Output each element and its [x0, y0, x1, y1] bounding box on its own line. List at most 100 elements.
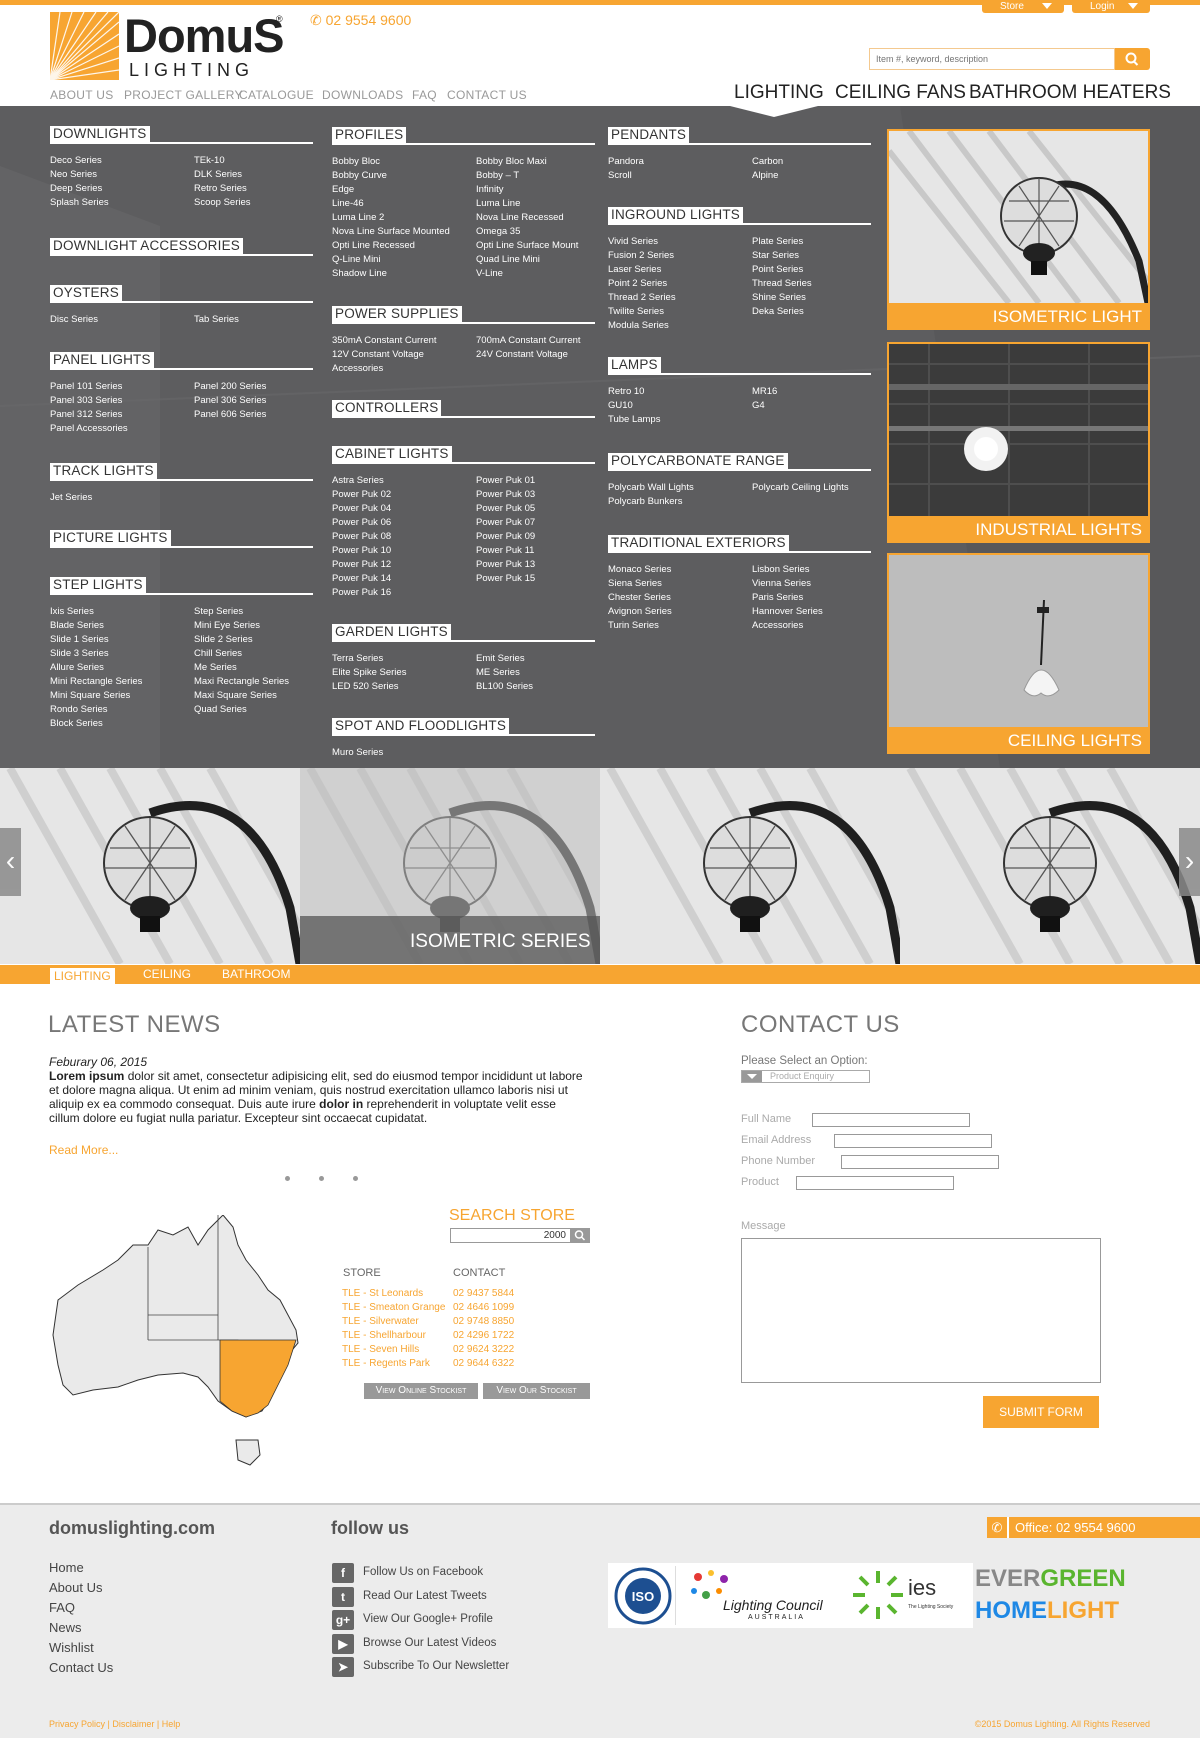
- menu-item[interactable]: Power Puk 13: [476, 558, 535, 572]
- menu-item[interactable]: Edge: [332, 183, 354, 197]
- menu-item[interactable]: Panel 306 Series: [194, 394, 266, 408]
- menu-item[interactable]: 24V Constant Voltage: [476, 348, 568, 362]
- menu-item[interactable]: Opti Line Surface Mount: [476, 239, 578, 253]
- social-link-label[interactable]: View Our Google+ Profile: [363, 1613, 493, 1625]
- enquiry-select[interactable]: Product Enquiry: [741, 1070, 870, 1083]
- menu-item[interactable]: Retro 10: [608, 385, 644, 399]
- nav-contact-us[interactable]: CONTACT US: [447, 88, 527, 102]
- social-link-label[interactable]: Subscribe To Our Newsletter: [363, 1660, 509, 1672]
- menu-item[interactable]: Polycarb Ceiling Lights: [752, 481, 849, 495]
- footer-link-about[interactable]: About Us: [49, 1578, 113, 1598]
- mainnav-lighting[interactable]: LIGHTING: [734, 82, 824, 104]
- footer-link-contact[interactable]: Contact Us: [49, 1658, 113, 1678]
- product-field[interactable]: [796, 1176, 954, 1190]
- menu-section-title[interactable]: PANEL LIGHTS: [50, 352, 154, 368]
- menu-item[interactable]: Me Series: [194, 661, 237, 675]
- menu-item[interactable]: Slide 1 Series: [50, 633, 109, 647]
- store-row-name[interactable]: TLE - Smeaton Grange: [342, 1301, 445, 1315]
- menu-item[interactable]: Terra Series: [332, 652, 383, 666]
- message-textarea[interactable]: [741, 1238, 1101, 1383]
- menu-item[interactable]: Avignon Series: [608, 605, 672, 619]
- menu-section-title[interactable]: POLYCARBONATE RANGE: [608, 453, 788, 469]
- store-row-contact[interactable]: 02 9437 5844: [453, 1287, 514, 1301]
- nav-about-us[interactable]: ABOUT US: [50, 88, 114, 102]
- menu-item[interactable]: Power Puk 07: [476, 516, 535, 530]
- social-link-label[interactable]: Follow Us on Facebook: [363, 1566, 483, 1578]
- menu-item[interactable]: Blade Series: [50, 619, 104, 633]
- view-online-stockist-button[interactable]: View Online Stockist: [364, 1383, 478, 1399]
- mainnav-ceiling-fans[interactable]: CEILING FANS: [835, 82, 966, 104]
- menu-item[interactable]: Power Puk 01: [476, 474, 535, 488]
- store-row-contact[interactable]: 02 9644 6322: [453, 1357, 514, 1371]
- menu-item[interactable]: Power Puk 15: [476, 572, 535, 586]
- store-row-name[interactable]: TLE - St Leonards: [342, 1287, 423, 1301]
- menu-item[interactable]: Slide 3 Series: [50, 647, 109, 661]
- google-plus-icon[interactable]: g+: [332, 1610, 354, 1630]
- menu-item[interactable]: Block Series: [50, 717, 103, 731]
- facebook-icon[interactable]: f: [332, 1563, 354, 1583]
- mainnav-bathroom-heaters[interactable]: BATHROOM HEATERS: [969, 82, 1171, 104]
- menu-section-title[interactable]: SPOT AND FLOODLIGHTS: [332, 718, 510, 734]
- menu-item[interactable]: Carbon: [752, 155, 783, 169]
- menu-item[interactable]: Chester Series: [608, 591, 671, 605]
- menu-item[interactable]: Mini Rectangle Series: [50, 675, 142, 689]
- menu-item[interactable]: Mini Eye Series: [194, 619, 260, 633]
- menu-item[interactable]: 350mA Constant Current: [332, 334, 437, 348]
- menu-item[interactable]: MR16: [752, 385, 777, 399]
- menu-item[interactable]: Q-Line Mini: [332, 253, 381, 267]
- youtube-icon[interactable]: ▶: [332, 1633, 354, 1654]
- promo-isometric-light[interactable]: ISOMETRIC LIGHT: [887, 129, 1150, 330]
- menu-item[interactable]: Power Puk 12: [332, 558, 391, 572]
- menu-section-title[interactable]: TRACK LIGHTS: [50, 463, 157, 479]
- menu-item[interactable]: Deco Series: [50, 154, 102, 168]
- menu-item[interactable]: Infinity: [476, 183, 503, 197]
- menu-item[interactable]: Scoop Series: [194, 196, 251, 210]
- nav-downloads[interactable]: DOWNLOADS: [322, 88, 403, 102]
- pager-dot[interactable]: [285, 1176, 290, 1181]
- menu-item[interactable]: Bobby Bloc: [332, 155, 380, 169]
- news-pager-dots[interactable]: [285, 1176, 365, 1184]
- store-search-input[interactable]: 2000: [450, 1228, 571, 1243]
- menu-section-title[interactable]: INGROUND LIGHTS: [608, 207, 744, 223]
- footer-link-news[interactable]: News: [49, 1618, 113, 1638]
- menu-item[interactable]: Omega 35: [476, 225, 520, 239]
- menu-item[interactable]: Twilite Series: [608, 305, 664, 319]
- menu-item[interactable]: Laser Series: [608, 263, 661, 277]
- menu-item[interactable]: Power Puk 09: [476, 530, 535, 544]
- menu-item[interactable]: Modula Series: [608, 319, 669, 333]
- menu-item[interactable]: Panel 606 Series: [194, 408, 266, 422]
- footer-link-faq[interactable]: FAQ: [49, 1598, 113, 1618]
- view-our-stockist-button[interactable]: View Our Stockist: [483, 1383, 590, 1399]
- promo-industrial-lights[interactable]: INDUSTRIAL LIGHTS: [887, 342, 1150, 543]
- menu-item[interactable]: Panel 312 Series: [50, 408, 122, 422]
- footer-link-wishlist[interactable]: Wishlist: [49, 1638, 113, 1658]
- store-row-name[interactable]: TLE - Regents Park: [342, 1357, 430, 1371]
- newsletter-icon[interactable]: ➤: [332, 1657, 354, 1677]
- nav-project-gallery[interactable]: PROJECT GALLERY: [124, 88, 243, 102]
- menu-item[interactable]: Alpine: [752, 169, 778, 183]
- menu-item[interactable]: V-Line: [476, 267, 503, 281]
- menu-item[interactable]: 12V Constant Voltage: [332, 348, 424, 362]
- menu-item[interactable]: Panel Accessories: [50, 422, 128, 436]
- menu-item[interactable]: Vivid Series: [608, 235, 658, 249]
- menu-item[interactable]: Rondo Series: [50, 703, 108, 717]
- menu-item[interactable]: Power Puk 05: [476, 502, 535, 516]
- menu-item[interactable]: Muro Series: [332, 746, 383, 760]
- store-row-name[interactable]: TLE - Seven Hills: [342, 1343, 419, 1357]
- menu-item[interactable]: Thread 2 Series: [608, 291, 676, 305]
- store-row-name[interactable]: TLE - Shellharbour: [342, 1329, 426, 1343]
- menu-item[interactable]: Lisbon Series: [752, 563, 810, 577]
- tab-lighting[interactable]: LIGHTING: [50, 968, 115, 984]
- menu-section-title[interactable]: DOWNLIGHTS: [50, 126, 150, 142]
- menu-item[interactable]: Step Series: [194, 605, 243, 619]
- menu-item[interactable]: Power Puk 03: [476, 488, 535, 502]
- menu-item[interactable]: Fusion 2 Series: [608, 249, 674, 263]
- menu-item[interactable]: Pandora: [608, 155, 644, 169]
- menu-item[interactable]: GU10: [608, 399, 633, 413]
- legal-links[interactable]: Privacy Policy | Disclaimer | Help: [49, 1719, 180, 1729]
- menu-item[interactable]: Jet Series: [50, 491, 92, 505]
- menu-item[interactable]: Mini Square Series: [50, 689, 130, 703]
- menu-item[interactable]: Star Series: [752, 249, 799, 263]
- header-phone[interactable]: ✆ 02 9554 9600: [310, 12, 411, 29]
- australia-map[interactable]: [48, 1215, 328, 1475]
